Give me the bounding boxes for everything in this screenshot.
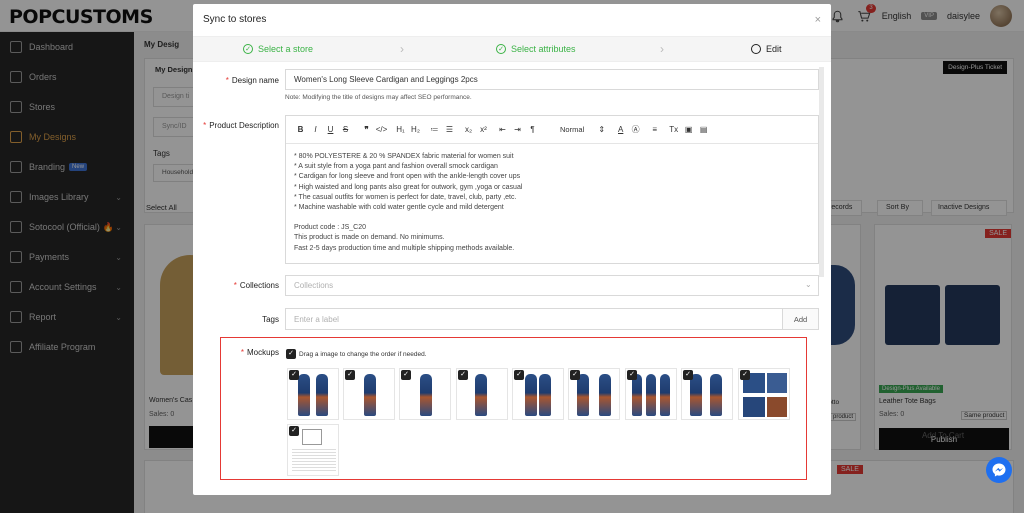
step-edit: Edit (751, 44, 782, 54)
heading2-icon[interactable]: H₂ (408, 125, 423, 134)
mockup-checkbox[interactable]: ✓ (514, 370, 524, 380)
outdent-icon[interactable]: ⇤ (495, 125, 510, 134)
mockup-checkbox[interactable]: ✓ (683, 370, 693, 380)
chevron-down-icon: ⌄ (805, 280, 812, 289)
messenger-icon (992, 463, 1006, 477)
description-label: * Product Description (203, 121, 279, 130)
mockup-checkbox[interactable]: ✓ (627, 370, 637, 380)
mockup-checkbox[interactable]: ✓ (740, 370, 750, 380)
step-indicator: ✓ Select a store › ✓ Select attributes ›… (193, 36, 831, 62)
description-line: * 80% POLYESTERE & 20 % SPANDEX fabric m… (294, 153, 514, 160)
strikethrough-icon[interactable]: S (338, 125, 353, 134)
description-line: * Cardigan for long sleeve and front ope… (294, 173, 521, 181)
indent-icon[interactable]: ⇥ (510, 125, 525, 134)
circle-icon (751, 44, 761, 54)
collections-select[interactable]: Collections (285, 275, 819, 296)
code-icon[interactable]: </> (374, 125, 389, 134)
heading1-icon[interactable]: H₁ (393, 125, 408, 134)
description-line: * Machine washable with cold water gentl… (294, 204, 504, 212)
app-root: POPCUSTOMS 3 English VIP daisylee Dashbo… (0, 0, 1024, 513)
video-icon[interactable]: ▤ (696, 125, 711, 134)
mockup-checkbox[interactable]: ✓ (401, 370, 411, 380)
highlight-icon[interactable]: Ⓐ (628, 124, 643, 135)
mockups-select-all-checkbox[interactable]: ✓ (286, 349, 296, 359)
description-line: This product is made on demand. No minim… (294, 234, 445, 242)
subscript-icon[interactable]: x₂ (461, 125, 476, 134)
underline-icon[interactable]: U (323, 125, 338, 134)
description-line: * A suit style from a yoga pant and fash… (294, 163, 498, 171)
modal-title: Sync to stores (203, 14, 267, 25)
clear-format-icon[interactable]: Tx (666, 125, 681, 134)
close-icon[interactable]: × (815, 14, 821, 26)
design-name-note: Note: Modifying the title of designs may… (285, 94, 472, 101)
mockup-checkbox[interactable]: ✓ (289, 426, 299, 436)
mockups-label: * Mockups (240, 348, 279, 357)
check-circle-icon: ✓ (496, 44, 506, 54)
format-select[interactable]: Normal (560, 125, 584, 134)
mockup-checkbox[interactable]: ✓ (345, 370, 355, 380)
design-name-label: * Design name (225, 76, 279, 85)
italic-icon[interactable]: I (308, 125, 323, 134)
description-line: Product code : JS_C20 (294, 224, 366, 232)
chevron-right-icon: › (400, 42, 404, 56)
collections-label: * Collections (233, 281, 279, 290)
description-line: * The casual outfits for women is perfec… (294, 193, 517, 201)
mockup-checkbox[interactable]: ✓ (458, 370, 468, 380)
check-circle-icon: ✓ (243, 44, 253, 54)
step-select-store: ✓ Select a store (243, 44, 313, 54)
image-icon[interactable]: ▣ (681, 125, 696, 134)
description-line: Fast 2-5 days production time and multip… (294, 244, 515, 252)
editor-content[interactable]: * 80% POLYESTERE & 20 % SPANDEX fabric m… (286, 144, 818, 262)
description-line (294, 213, 810, 223)
chevron-updown-icon: ⇕ (598, 125, 606, 134)
chevron-right-icon: › (660, 42, 664, 56)
rtl-icon[interactable]: ¶ (525, 125, 540, 134)
design-name-input[interactable]: Women's Long Sleeve Cardigan and Legging… (285, 69, 819, 90)
align-icon[interactable]: ≡ (647, 125, 662, 134)
mockup-checkbox[interactable]: ✓ (289, 370, 299, 380)
mockup-checkbox[interactable]: ✓ (570, 370, 580, 380)
step-select-attributes: ✓ Select attributes (496, 44, 576, 54)
description-line: * High waisted and long pants also great… (294, 183, 523, 191)
ordered-list-icon[interactable]: ≔ (427, 125, 442, 134)
description-editor[interactable]: B I U S ❞ </> H₁ H₂ ≔ ☰ x₂ x² ⇤ ⇥ ¶ Norm… (285, 115, 819, 264)
quote-icon[interactable]: ❞ (359, 125, 374, 134)
tags-label: Tags (262, 315, 279, 324)
add-tag-button[interactable]: Add (782, 308, 819, 330)
bullet-list-icon[interactable]: ☰ (442, 125, 457, 134)
tags-input[interactable]: Enter a label (285, 308, 783, 330)
modal-scrollbar[interactable] (819, 67, 824, 277)
text-color-icon[interactable]: A (613, 125, 628, 134)
mockups-hint: Drag a image to change the order if need… (299, 351, 427, 358)
bold-icon[interactable]: B (293, 125, 308, 134)
messenger-chat-button[interactable] (986, 457, 1012, 483)
superscript-icon[interactable]: x² (476, 125, 491, 134)
editor-toolbar: B I U S ❞ </> H₁ H₂ ≔ ☰ x₂ x² ⇤ ⇥ ¶ Norm… (286, 116, 818, 144)
